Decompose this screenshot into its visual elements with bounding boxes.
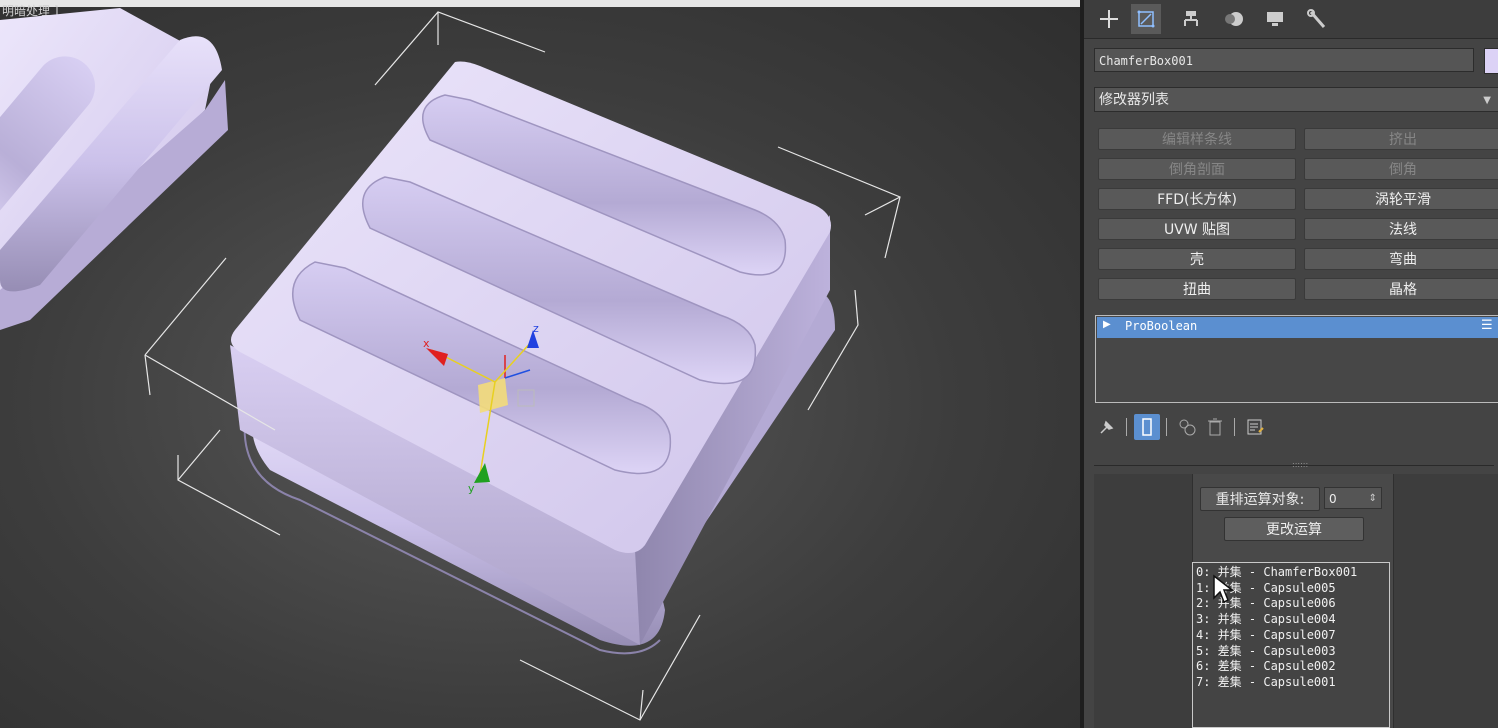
modifier-button-extrude[interactable]: 挤出 bbox=[1304, 128, 1498, 150]
modifier-button-lattice[interactable]: 晶格 bbox=[1304, 278, 1498, 300]
svg-text:z: z bbox=[533, 322, 539, 335]
operand-row[interactable]: 6: 差集 - Capsule002 bbox=[1196, 659, 1389, 675]
configure-sets-icon[interactable] bbox=[1242, 414, 1268, 440]
change-operation-button[interactable]: 更改运算 bbox=[1224, 517, 1364, 541]
background-object[interactable] bbox=[0, 8, 228, 330]
toolbar-divider bbox=[1166, 418, 1167, 436]
stack-item-proboolean[interactable]: ▶ ProBoolean ☰ bbox=[1097, 317, 1498, 338]
spinner-arrows-icon[interactable]: ⇕ bbox=[1369, 488, 1377, 510]
modifier-button-uvw-map[interactable]: UVW 贴图 bbox=[1098, 218, 1296, 240]
motion-icon[interactable] bbox=[1220, 4, 1250, 34]
modifier-stack[interactable]: ▶ ProBoolean ☰ bbox=[1095, 315, 1498, 403]
hierarchy-toggle-icon[interactable]: ☰ bbox=[1481, 318, 1493, 333]
plus-icon[interactable] bbox=[1094, 4, 1124, 34]
stack-item-label: ProBoolean bbox=[1125, 319, 1198, 333]
make-unique-icon[interactable] bbox=[1174, 414, 1200, 440]
cursor-pencil-icon bbox=[1213, 574, 1235, 604]
remove-modifier-icon[interactable] bbox=[1202, 414, 1228, 440]
modifier-list-label: 修改器列表 bbox=[1099, 92, 1169, 108]
modifier-button-shell[interactable]: 壳 bbox=[1098, 248, 1296, 270]
modifier-button-bend[interactable]: 弯曲 bbox=[1304, 248, 1498, 270]
perspective-viewport[interactable]: 明暗处理 ] x z y bbox=[0, 0, 1080, 728]
show-end-result-icon[interactable] bbox=[1134, 414, 1160, 440]
reorder-operands-spinner[interactable]: 0 ⇕ bbox=[1324, 487, 1382, 509]
operand-row[interactable]: 7: 差集 - Capsule001 bbox=[1196, 675, 1389, 691]
hierarchy-icon[interactable] bbox=[1176, 4, 1206, 34]
reorder-operands-button[interactable]: 重排运算对象: bbox=[1200, 487, 1320, 511]
command-panel: ChamferBox001 修改器列表 ▼ 编辑样条线 挤出 倒角剖面 倒角 F… bbox=[1084, 0, 1498, 728]
modifier-button-twist[interactable]: 扭曲 bbox=[1098, 278, 1296, 300]
modifier-button-normal[interactable]: 法线 bbox=[1304, 218, 1498, 240]
modifier-button-bevel[interactable]: 倒角 bbox=[1304, 158, 1498, 180]
rollout-grip[interactable]: :::::: bbox=[1292, 460, 1308, 469]
command-panel-tabs bbox=[1084, 0, 1498, 39]
modifier-button-bevel-profile[interactable]: 倒角剖面 bbox=[1098, 158, 1296, 180]
modify-icon[interactable] bbox=[1131, 4, 1161, 34]
reorder-value: 0 bbox=[1329, 492, 1337, 506]
modifier-list-dropdown[interactable]: 修改器列表 ▼ bbox=[1094, 87, 1498, 112]
display-icon[interactable] bbox=[1260, 4, 1290, 34]
wrench-icon[interactable] bbox=[1302, 4, 1332, 34]
toolbar-divider bbox=[1234, 418, 1235, 436]
svg-text:y: y bbox=[468, 482, 475, 495]
chevron-down-icon: ▼ bbox=[1483, 95, 1491, 106]
modifier-button-ffd-box[interactable]: FFD(长方体) bbox=[1098, 188, 1296, 210]
expand-triangle-icon[interactable]: ▶ bbox=[1103, 319, 1111, 330]
modifier-button-turbosmooth[interactable]: 涡轮平滑 bbox=[1304, 188, 1498, 210]
scene-render: x z y bbox=[0, 8, 901, 721]
modifier-button-edit-spline[interactable]: 编辑样条线 bbox=[1098, 128, 1296, 150]
chamferbox-object[interactable] bbox=[230, 61, 835, 655]
object-name-field[interactable]: ChamferBox001 bbox=[1094, 48, 1474, 72]
operand-row[interactable]: 4: 并集 - Capsule007 bbox=[1196, 628, 1389, 644]
toolbar-divider bbox=[1126, 418, 1127, 436]
pin-stack-icon[interactable] bbox=[1094, 414, 1120, 440]
stack-toolbar bbox=[1094, 414, 1494, 442]
operand-row[interactable]: 5: 差集 - Capsule003 bbox=[1196, 644, 1389, 660]
object-color-swatch[interactable] bbox=[1484, 48, 1498, 74]
svg-text:x: x bbox=[423, 337, 430, 350]
